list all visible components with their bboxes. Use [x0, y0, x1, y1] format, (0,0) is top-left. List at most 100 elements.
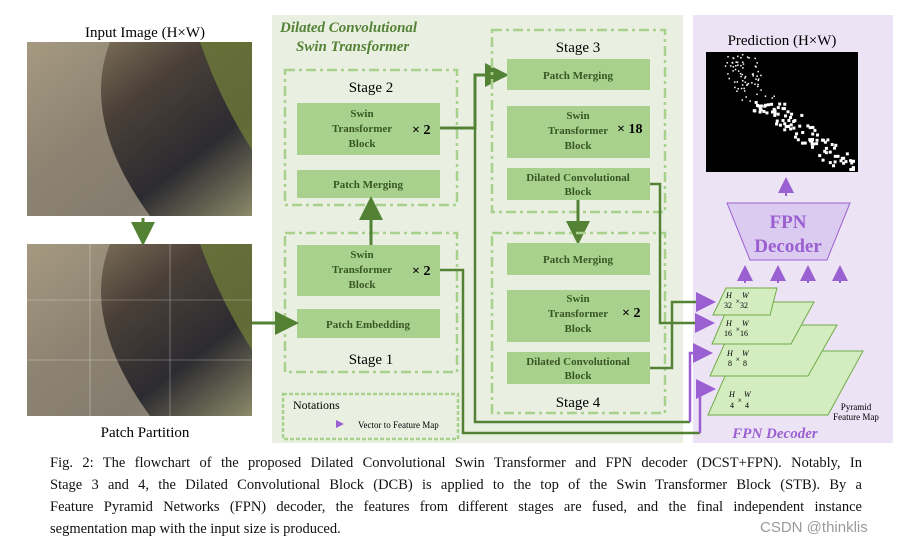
prediction-dot: [754, 83, 756, 85]
prediction-dot: [773, 113, 777, 117]
prediction-dot: [832, 164, 836, 168]
notations-title: Notations: [293, 398, 340, 412]
prediction-dot: [729, 65, 732, 67]
prediction-dot: [736, 81, 739, 83]
prediction-dot: [741, 54, 744, 56]
prediction-label: Prediction (H×W): [728, 33, 837, 49]
prediction-dot: [731, 62, 734, 64]
prediction-dot: [794, 135, 798, 139]
block-text: Patch Merging: [543, 70, 613, 82]
prediction-dot: [818, 154, 822, 158]
prediction-dot: [783, 102, 787, 106]
prediction-dot: [826, 138, 830, 142]
input-image-label: Input Image (H×W): [85, 25, 205, 41]
prediction-dot: [810, 145, 814, 149]
block-text: Block: [349, 138, 377, 150]
figure: Input Image (H×W) Patch Partition Dilate…: [0, 0, 914, 548]
prediction-dot: [784, 125, 788, 129]
prediction-dot: [773, 111, 777, 115]
prediction-dot: [744, 81, 747, 84]
prediction-dot: [778, 123, 782, 127]
block-text: Block: [349, 279, 377, 291]
prediction-dot: [811, 132, 815, 136]
prediction-dot: [740, 56, 742, 59]
prediction-dot: [786, 110, 790, 114]
caption-line: Feature Pyramid Networks (FPN) decoder, …: [50, 499, 862, 515]
prediction-dot: [756, 93, 758, 96]
prediction-dot: [742, 67, 744, 69]
prediction-dot: [800, 113, 804, 117]
svg-text:32: 32: [740, 301, 748, 310]
multiplier: × 2: [622, 306, 640, 321]
prediction-dot: [764, 95, 767, 97]
prediction-dot: [844, 160, 848, 164]
svg-text:16: 16: [740, 329, 748, 338]
prediction-dot: [732, 70, 734, 72]
block-text: Dilated Convolutional: [526, 172, 630, 184]
prediction-dot: [737, 64, 739, 66]
prediction-dot: [756, 75, 758, 77]
prediction-dot: [752, 73, 754, 75]
prediction-dot: [824, 151, 828, 155]
prediction-dot: [726, 61, 729, 64]
prediction-dot: [737, 87, 739, 90]
block-text: Transformer: [332, 123, 392, 135]
watermark: CSDN @thinklis: [760, 519, 868, 536]
prediction-dot: [765, 111, 769, 115]
prediction-dot: [833, 160, 837, 164]
caption-line: segmentation map with the input size is …: [50, 521, 341, 537]
prediction-dot: [754, 57, 756, 60]
patch-partition-label: Patch Partition: [101, 425, 190, 441]
prediction-dot: [845, 152, 849, 156]
prediction-dot: [792, 119, 796, 123]
pyramid-label: Pyramid: [841, 402, 872, 412]
prediction-dot: [776, 112, 780, 116]
prediction-dot: [783, 128, 787, 132]
prediction-dot: [813, 128, 817, 132]
svg-text:8: 8: [728, 359, 732, 368]
block-text: Patch Merging: [543, 254, 613, 266]
prediction-dot: [743, 90, 746, 92]
prediction-dot: [792, 126, 796, 130]
prediction-dot: [778, 102, 782, 106]
prediction-dot: [737, 70, 740, 72]
svg-text:4: 4: [745, 401, 749, 410]
prediction-dot: [815, 138, 819, 142]
prediction-dot: [770, 110, 774, 114]
prediction-dot: [789, 123, 793, 127]
caption-line: Fig. 2: The flowchart of the proposed Di…: [50, 455, 862, 471]
prediction-dot: [852, 159, 855, 163]
prediction-dot: [816, 133, 820, 137]
prediction-dot: [743, 87, 745, 90]
prediction-dot: [790, 112, 794, 116]
prediction-dot: [787, 118, 791, 122]
caption-line: Stage 3 and 4, the Dilated Convolutional…: [50, 477, 862, 493]
prediction-dot: [741, 73, 744, 76]
patch-partition-image: [27, 244, 252, 416]
prediction-dot: [740, 87, 743, 90]
prediction-dot: [757, 79, 760, 82]
prediction-dot: [766, 103, 770, 107]
multiplier: × 2: [412, 264, 430, 279]
prediction-dot: [833, 146, 837, 150]
svg-text:4: 4: [730, 401, 734, 410]
prediction-dot: [833, 154, 837, 158]
prediction-dot: [741, 99, 744, 101]
stage2-label: Stage 2: [349, 80, 394, 96]
prediction-dot: [727, 73, 729, 75]
prediction-dot: [801, 141, 805, 145]
prediction-dot: [742, 63, 745, 65]
prediction-dot: [749, 100, 751, 102]
prediction-dot: [771, 97, 774, 99]
prediction-dot: [789, 115, 793, 119]
block-text: Swin: [566, 110, 589, 122]
prediction-dot: [737, 55, 739, 58]
block-text: Block: [565, 370, 593, 382]
prediction-dot: [732, 66, 735, 68]
figure-caption: Fig. 2: The flowchart of the proposed Di…: [50, 452, 862, 540]
prediction-dot: [760, 89, 762, 91]
prediction-dot: [821, 138, 825, 142]
prediction-dot: [733, 81, 736, 83]
prediction-dot: [775, 122, 779, 126]
prediction-dot: [811, 138, 815, 142]
